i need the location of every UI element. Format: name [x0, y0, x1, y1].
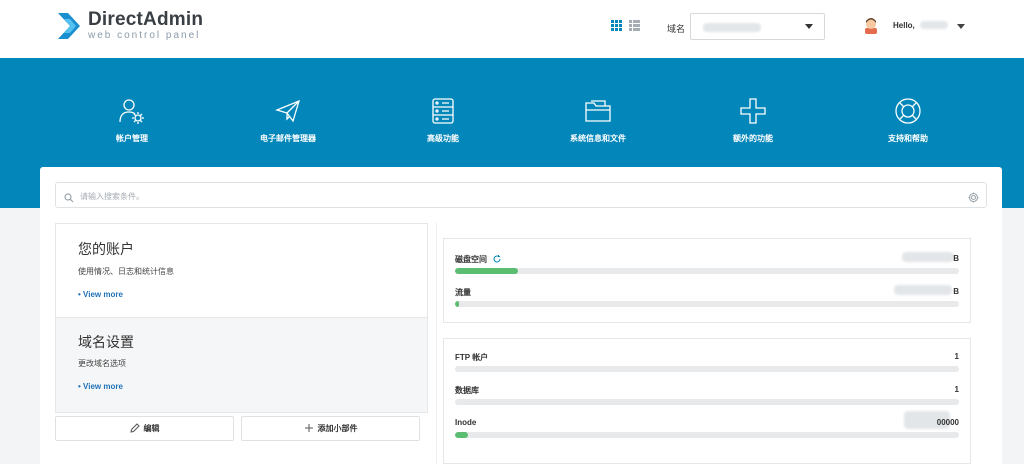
directadmin-logo[interactable]: DirectAdmin web control panel	[56, 10, 203, 41]
plus-icon	[678, 97, 828, 125]
account-gear-icon	[57, 97, 207, 125]
nav-item-email-manager[interactable]: 电子邮件管理器	[213, 97, 363, 144]
domain-settings-section[interactable]: 域名设置 更改域名选项 • View more	[56, 317, 427, 412]
usage-panel: 磁盘空间 B 流量 B	[443, 238, 971, 323]
list-view-icon[interactable]	[629, 20, 640, 31]
inode-value: 00000	[936, 418, 959, 427]
user-menu[interactable]: Hello,	[862, 16, 965, 34]
domain-label: 域名	[667, 24, 686, 34]
logo-subtitle: web control panel	[88, 30, 201, 41]
redacted-value	[894, 285, 952, 295]
nav-item-extra-features[interactable]: 额外的功能	[678, 97, 828, 144]
plus-icon	[304, 423, 314, 435]
counts-panel: FTP 帐户 1 数据库 1 Inode 00000	[443, 338, 971, 464]
refresh-icon[interactable]	[493, 255, 501, 265]
nav-item-account-management[interactable]: 帐户管理	[57, 97, 207, 144]
add-widget-label: 添加小部件	[317, 424, 358, 433]
inode-progress-fill	[455, 432, 468, 438]
avatar	[862, 16, 880, 34]
folder-icon	[523, 97, 673, 125]
view-more-link[interactable]: • View more	[78, 290, 123, 299]
top-header: DirectAdmin web control panel 域名 Hello,	[0, 0, 1024, 58]
bandwidth-progress-fill	[455, 301, 460, 307]
server-icon	[368, 97, 518, 125]
paper-plane-icon	[213, 97, 363, 125]
gear-icon[interactable]	[968, 190, 979, 208]
databases-label: 数据库	[455, 386, 479, 395]
disk-space-value: B	[953, 254, 959, 263]
add-widget-button[interactable]: 添加小部件	[241, 416, 420, 441]
edit-button[interactable]: 编辑	[55, 416, 234, 441]
chevron-down-icon	[957, 24, 965, 29]
bandwidth-label: 流量	[455, 288, 471, 297]
grid-view-icon[interactable]	[611, 20, 622, 31]
section-subtitle: 使用情况、日志和统计信息	[78, 267, 174, 276]
databases-progress	[455, 399, 959, 405]
section-subtitle: 更改域名选项	[78, 359, 126, 368]
inode-progress	[455, 432, 959, 438]
databases-value: 1	[954, 385, 959, 394]
domain-select[interactable]	[690, 13, 825, 40]
chevron-down-icon	[805, 24, 813, 29]
nav-label: 系统信息和文件	[570, 134, 626, 143]
account-panel: 您的账户 使用情况、日志和统计信息 • View more 域名设置 更改域名选…	[55, 223, 428, 413]
disk-space-label: 磁盘空间	[455, 254, 501, 265]
search-icon	[64, 190, 74, 208]
search-bar[interactable]: 请输入搜索条件。	[55, 182, 987, 208]
view-more-link[interactable]: • View more	[78, 382, 123, 391]
nav-label: 电子邮件管理器	[260, 134, 316, 143]
user-greeting: Hello,	[893, 20, 915, 30]
section-title-domain-settings: 域名设置	[78, 334, 134, 350]
redacted-value	[902, 252, 954, 262]
logo-title: DirectAdmin	[88, 9, 204, 30]
pencil-icon	[129, 422, 140, 435]
nav-item-advanced-features[interactable]: 高级功能	[368, 97, 518, 144]
lifebuoy-icon	[833, 97, 983, 125]
disk-space-progress-fill	[455, 268, 518, 274]
nav-label: 支持和帮助	[888, 134, 928, 143]
redacted-username	[920, 21, 948, 29]
edit-label: 编辑	[143, 424, 160, 433]
ftp-accounts-label: FTP 帐户	[455, 353, 489, 362]
nav-label: 高级功能	[427, 134, 459, 143]
nav-item-system-info-files[interactable]: 系统信息和文件	[523, 97, 673, 144]
redacted-domain	[703, 23, 761, 32]
nav-label: 帐户管理	[116, 134, 148, 143]
nav-item-support-help[interactable]: 支持和帮助	[833, 97, 983, 144]
view-toggle	[611, 20, 640, 31]
disk-space-progress	[455, 268, 959, 274]
section-title-your-account: 您的账户	[78, 241, 134, 257]
directadmin-logo-icon	[56, 11, 82, 41]
bandwidth-progress	[455, 301, 959, 307]
search-input[interactable]: 请输入搜索条件。	[80, 191, 144, 202]
ftp-accounts-progress	[455, 366, 959, 372]
bandwidth-value: B	[953, 287, 959, 296]
nav-label: 额外的功能	[733, 134, 773, 143]
ftp-accounts-value: 1	[954, 352, 959, 361]
column-divider	[436, 223, 437, 464]
inode-label: Inode	[455, 418, 477, 427]
